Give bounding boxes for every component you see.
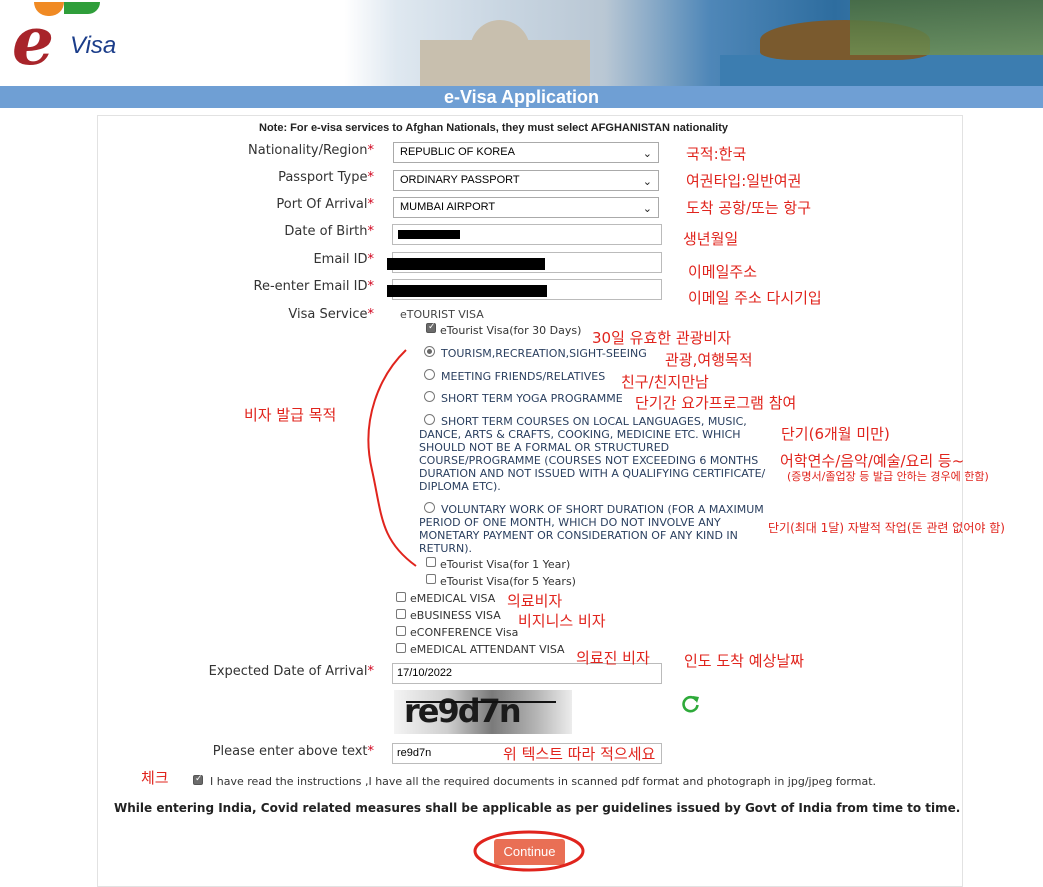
emedical-checkbox[interactable] xyxy=(396,592,406,602)
purpose-courses-line2: DANCE, ARTS & CRAFTS, COOKING, MEDICINE … xyxy=(419,428,741,441)
dob-label: Date of Birth* xyxy=(284,224,374,239)
captcha-image: re9d7n xyxy=(394,690,572,734)
purpose-tourism-label: TOURISM,RECREATION,SIGHT-SEEING xyxy=(441,347,647,360)
continue-button[interactable]: Continue xyxy=(494,839,565,865)
annotation-captcha: 위 텍스트 따라 적으세요 xyxy=(503,745,656,763)
etourist-5y-checkbox[interactable] xyxy=(426,574,436,584)
purpose-yoga-radio[interactable] xyxy=(424,391,435,402)
annotation-passport: 여권타입:일반여권 xyxy=(686,172,802,190)
annotation-port: 도착 공항/또는 항구 xyxy=(686,199,811,217)
redaction-bar xyxy=(387,285,547,297)
econference-checkbox[interactable] xyxy=(396,626,406,636)
emedical-attendant-label: eMEDICAL ATTENDANT VISA xyxy=(410,643,565,656)
purpose-yoga-label: SHORT TERM YOGA PROGRAMME xyxy=(441,392,623,405)
banner-building-wing xyxy=(420,40,590,86)
page-title: e-Visa Application xyxy=(443,87,600,107)
chevron-down-icon: ⌄ xyxy=(642,176,652,188)
port-of-arrival-label: Port Of Arrival* xyxy=(276,197,374,212)
nationality-select[interactable]: REPUBLIC OF KOREA ⌄ xyxy=(393,142,659,163)
dob-input[interactable] xyxy=(392,224,662,245)
purpose-courses-line4: COURSE/PROGRAMME (COURSES NOT EXCEEDING … xyxy=(419,454,759,467)
purpose-voluntary-line3: MONETARY PAYMENT OR CONSIDERATION OF ANY… xyxy=(419,529,738,542)
re-email-input[interactable] xyxy=(387,279,662,300)
captcha-text: re9d7n xyxy=(404,692,522,730)
purpose-voluntary-radio[interactable] xyxy=(424,502,435,513)
declaration-text: I have read the instructions ,I have all… xyxy=(210,775,877,788)
etourist-1y-checkbox[interactable] xyxy=(426,557,436,567)
purpose-courses-line3: SHOULD NOT BE A FORMAL OR STRUCTURED xyxy=(419,441,670,454)
annotation-check: 체크 xyxy=(141,769,169,787)
annotation-short-term: 단기(6개월 미만) xyxy=(781,425,890,443)
ebusiness-label: eBUSINESS VISA xyxy=(410,609,501,622)
banner-trees xyxy=(850,0,1043,55)
email-label: Email ID* xyxy=(313,252,374,267)
purpose-tourism-radio[interactable] xyxy=(424,346,435,357)
annotation-attendant: 의료진 비자 xyxy=(576,649,650,667)
purpose-friends-radio[interactable] xyxy=(424,369,435,380)
logo-visa-text: Visa xyxy=(70,32,117,59)
logo-e-letter: e xyxy=(12,2,54,80)
visa-service-label: Visa Service* xyxy=(288,307,374,322)
declaration-checkbox[interactable] xyxy=(193,774,203,785)
purpose-courses-line1: SHORT TERM COURSES ON LOCAL LANGUAGES, M… xyxy=(441,415,747,428)
passport-type-label: Passport Type* xyxy=(278,170,374,185)
annotation-courses-note: (증명서/졸업장 등 발급 안하는 경우에 한함) xyxy=(787,470,989,483)
ebusiness-checkbox[interactable] xyxy=(396,609,406,619)
purpose-voluntary-line2: PERIOD OF ONE MONTH, WHICH DO NOT INVOLV… xyxy=(419,516,721,529)
annotation-email: 이메일주소 xyxy=(688,263,758,281)
annotation-30days: 30일 유효한 관광비자 xyxy=(592,329,732,347)
annotation-yoga: 단기간 요가프로그램 참여 xyxy=(635,394,797,412)
purpose-courses-line5: DURATION AND NOT ISSUED WITH A QUALIFYIN… xyxy=(419,467,766,480)
nationality-label: Nationality/Region* xyxy=(248,143,374,158)
annotation-nationality: 국적:한국 xyxy=(686,145,747,163)
port-of-arrival-select[interactable]: MUMBAI AIRPORT ⌄ xyxy=(393,197,659,218)
annotation-voluntary: 단기(최대 1달) 자발적 작업(돈 관련 없어야 함) xyxy=(768,521,1005,535)
captcha-strike xyxy=(406,701,556,703)
purpose-friends-label: MEETING FRIENDS/RELATIVES xyxy=(441,370,606,383)
redaction-bar xyxy=(387,258,545,270)
annotation-friends: 친구/친지만남 xyxy=(621,373,709,391)
purpose-voluntary-line4: RETURN). xyxy=(419,542,473,555)
covid-note: While entering India, Covid related meas… xyxy=(114,801,961,815)
purpose-voluntary-line1: VOLUNTARY WORK OF SHORT DURATION (FOR A … xyxy=(441,503,764,516)
afghan-note: Note: For e-visa services to Afghan Nati… xyxy=(259,122,729,134)
annotation-arrival: 인도 도착 예상날짜 xyxy=(684,652,804,670)
passport-type-select[interactable]: ORDINARY PASSPORT ⌄ xyxy=(393,170,659,191)
chevron-down-icon: ⌄ xyxy=(642,148,652,160)
re-email-label: Re-enter Email ID* xyxy=(253,279,375,294)
header-banner xyxy=(0,0,1043,86)
annotation-business: 비지니스 비자 xyxy=(518,612,606,630)
etourist-5y-label: eTourist Visa(for 5 Years) xyxy=(440,575,576,588)
evisa-logo: e Visa xyxy=(12,2,122,82)
annotation-tourism: 관광,여행목적 xyxy=(665,351,753,369)
etourist-30-label: eTourist Visa(for 30 Days) xyxy=(440,324,582,337)
logo-leaf-green-icon xyxy=(64,2,100,14)
emedical-label: eMEDICAL VISA xyxy=(410,592,496,605)
refresh-captcha-icon[interactable] xyxy=(681,694,701,714)
captcha-label: Please enter above text* xyxy=(212,744,374,759)
etourist-30-checkbox[interactable] xyxy=(426,322,436,333)
redaction-bar xyxy=(398,230,460,239)
annotation-medical: 의료비자 xyxy=(507,592,563,610)
visa-service-value: eTOURIST VISA xyxy=(400,308,484,321)
emedical-attendant-checkbox[interactable] xyxy=(396,643,406,653)
email-input[interactable] xyxy=(387,252,662,273)
chevron-down-icon: ⌄ xyxy=(642,203,652,215)
annotation-dob: 생년월일 xyxy=(683,230,739,248)
annotation-purpose: 비자 발급 목적 xyxy=(244,406,337,424)
etourist-1y-label: eTourist Visa(for 1 Year) xyxy=(440,558,571,571)
annotation-re-email: 이메일 주소 다시기입 xyxy=(688,289,822,307)
arrival-date-label: Expected Date of Arrival* xyxy=(208,664,374,679)
purpose-courses-radio[interactable] xyxy=(424,414,435,425)
purpose-courses-line6: DIPLOMA ETC). xyxy=(419,480,501,493)
econference-label: eCONFERENCE Visa xyxy=(410,626,519,639)
